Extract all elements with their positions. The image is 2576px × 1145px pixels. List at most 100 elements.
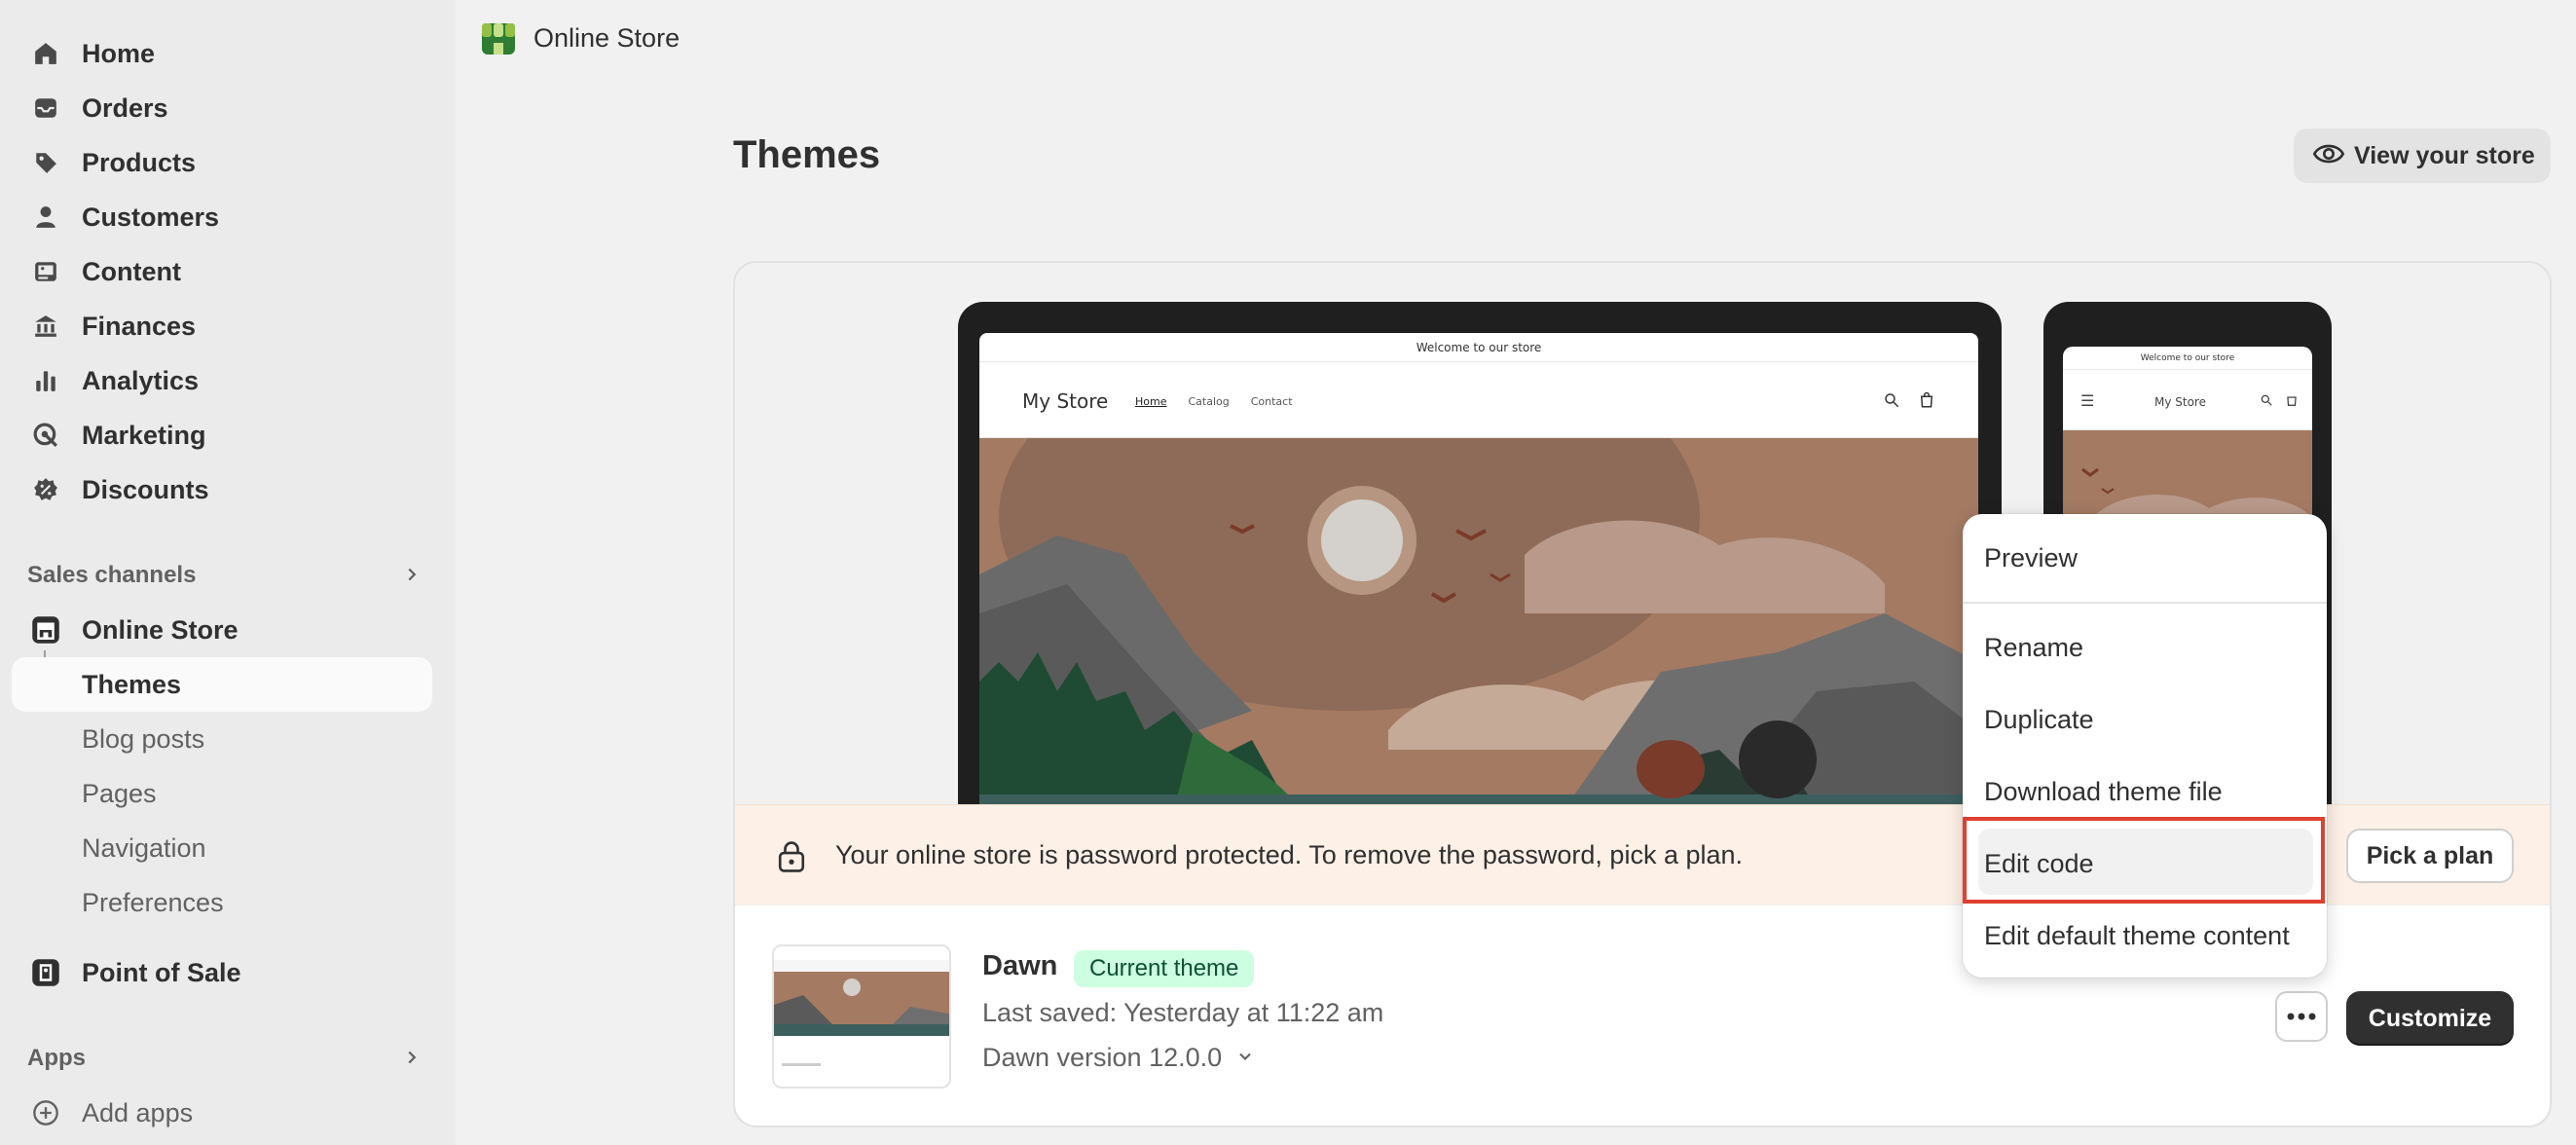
store-nav-contact: Contact (1250, 395, 1293, 408)
sidebar-item-orders[interactable]: Orders (12, 81, 432, 135)
sidebar-item-finances[interactable]: Finances (12, 299, 432, 353)
mobile-store-tools (2260, 393, 2299, 412)
theme-name: Dawn (982, 950, 1058, 981)
page-title: Themes (733, 133, 881, 176)
sidebar-item-label: Themes (82, 669, 182, 699)
pos-icon (31, 958, 60, 987)
menu-item-preview[interactable]: Preview (1984, 543, 2078, 573)
chevron-right-icon (401, 564, 423, 590)
search-icon (2260, 393, 2273, 412)
sidebar-item-discounts[interactable]: Discounts (12, 462, 432, 517)
sidebar-item-label: Pages (82, 778, 157, 808)
sales-channels-label: Sales channels (27, 562, 197, 588)
store-nav: Home Catalog Contact (1135, 395, 1293, 408)
sidebar: Home Orders Products Customers Content F… (0, 0, 456, 1145)
menu-divider (1963, 602, 2327, 604)
sidebar-item-label: Orders (82, 92, 168, 123)
sales-channels-header[interactable]: Sales channels (27, 556, 432, 595)
current-theme-badge: Current theme (1074, 950, 1255, 987)
discount-icon (31, 475, 60, 504)
chevron-right-icon (401, 1047, 423, 1073)
tag-icon (31, 148, 60, 177)
cart-icon (1918, 391, 1935, 414)
sidebar-item-label: Customers (82, 202, 220, 232)
sidebar-item-label: Add apps (82, 1097, 194, 1127)
sidebar-item-customers[interactable]: Customers (12, 190, 432, 244)
sidebar-item-add-apps[interactable]: Add apps (12, 1086, 432, 1140)
sidebar-item-label: Home (82, 38, 156, 68)
bar-chart-icon (31, 366, 60, 395)
sidebar-item-label: Analytics (82, 365, 200, 395)
apps-label: Apps (27, 1045, 86, 1071)
theme-actions-menu: Preview Rename Duplicate Download theme … (1963, 514, 2327, 978)
password-banner-text: Your online store is password protected.… (835, 840, 1744, 869)
target-icon (31, 421, 60, 450)
mobile-announcement-bar: Welcome to our store (2063, 347, 2312, 370)
sidebar-item-point-of-sale[interactable]: Point of Sale (12, 945, 432, 1000)
app-title: Online Store (534, 23, 681, 53)
ellipsis-icon (2287, 1008, 2316, 1025)
cart-icon (2285, 393, 2299, 412)
apps-header[interactable]: Apps (27, 1039, 432, 1078)
last-saved-text: Last saved: Yesterday at 11:22 am (982, 998, 1384, 1027)
theme-version-toggle[interactable]: Dawn version 12.0.0 (982, 1043, 1255, 1073)
online-store-app-icon (480, 19, 517, 56)
store-header: My Store Home Catalog Contact (979, 362, 1978, 438)
sidebar-item-label: Products (82, 147, 197, 177)
more-actions-button[interactable] (2275, 991, 2328, 1042)
inbox-icon (31, 93, 60, 123)
menu-item-duplicate[interactable]: Duplicate (1984, 705, 2094, 735)
desktop-preview[interactable]: Welcome to our store My Store Home Catal… (958, 302, 2002, 810)
lock-icon (776, 840, 807, 878)
sidebar-item-label: Navigation (82, 832, 206, 863)
theme-thumbnail (772, 944, 951, 1089)
sidebar-item-products[interactable]: Products (12, 135, 432, 190)
sidebar-item-navigation[interactable]: Navigation (12, 821, 432, 875)
plus-circle-icon (31, 1098, 60, 1127)
store-tools (1883, 391, 1935, 414)
sidebar-item-label: Marketing (82, 420, 206, 450)
sidebar-item-analytics[interactable]: Analytics (12, 353, 432, 408)
bank-icon (31, 312, 60, 341)
sidebar-item-label: Preferences (82, 887, 224, 917)
sidebar-item-label: Discounts (82, 474, 209, 504)
chevron-down-icon (1235, 1043, 1255, 1073)
search-icon (1883, 391, 1900, 414)
sidebar-item-label: Point of Sale (82, 957, 241, 987)
customize-button[interactable]: Customize (2346, 991, 2514, 1046)
sidebar-item-blog-posts[interactable]: Blog posts (12, 712, 432, 766)
eye-icon (2312, 138, 2345, 174)
pick-plan-button[interactable]: Pick a plan (2346, 829, 2514, 883)
store-nav-catalog: Catalog (1188, 395, 1230, 408)
store-name: My Store (1022, 389, 1109, 413)
mobile-store-name: My Store (2154, 395, 2206, 409)
store-icon (31, 615, 60, 645)
sidebar-item-online-store[interactable]: Online Store (12, 603, 432, 657)
sidebar-item-label: Blog posts (82, 723, 205, 754)
sidebar-item-themes[interactable]: Themes (12, 657, 432, 712)
sidebar-item-marketing[interactable]: Marketing (12, 408, 432, 462)
desktop-preview-screen: Welcome to our store My Store Home Catal… (979, 333, 1978, 810)
mobile-store-header: ☰ My Store (2063, 370, 2312, 430)
hero-illustration (979, 438, 1978, 810)
sidebar-item-pages[interactable]: Pages (12, 766, 432, 821)
sidebar-item-label: Online Store (82, 614, 239, 645)
menu-item-edit-default-theme-content[interactable]: Edit default theme content (1984, 921, 2290, 951)
image-icon (31, 257, 60, 286)
menu-item-edit-code[interactable]: Edit code (1984, 849, 2094, 879)
store-nav-home: Home (1135, 395, 1167, 408)
sidebar-item-label: Content (82, 256, 181, 286)
sidebar-item-preferences[interactable]: Preferences (12, 875, 432, 930)
sidebar-item-home[interactable]: Home (12, 26, 432, 81)
view-store-button[interactable]: View your store (2294, 129, 2551, 183)
person-icon (31, 203, 60, 232)
home-icon (31, 39, 60, 68)
sidebar-item-content[interactable]: Content (12, 244, 432, 299)
theme-version-label: Dawn version 12.0.0 (982, 1043, 1223, 1072)
menu-item-download-theme-file[interactable]: Download theme file (1984, 777, 2223, 807)
hamburger-icon: ☰ (2080, 393, 2095, 410)
menu-item-rename[interactable]: Rename (1984, 633, 2083, 663)
view-store-label: View your store (2354, 141, 2535, 169)
sidebar-item-label: Finances (82, 311, 197, 341)
announcement-bar: Welcome to our store (979, 333, 1978, 362)
